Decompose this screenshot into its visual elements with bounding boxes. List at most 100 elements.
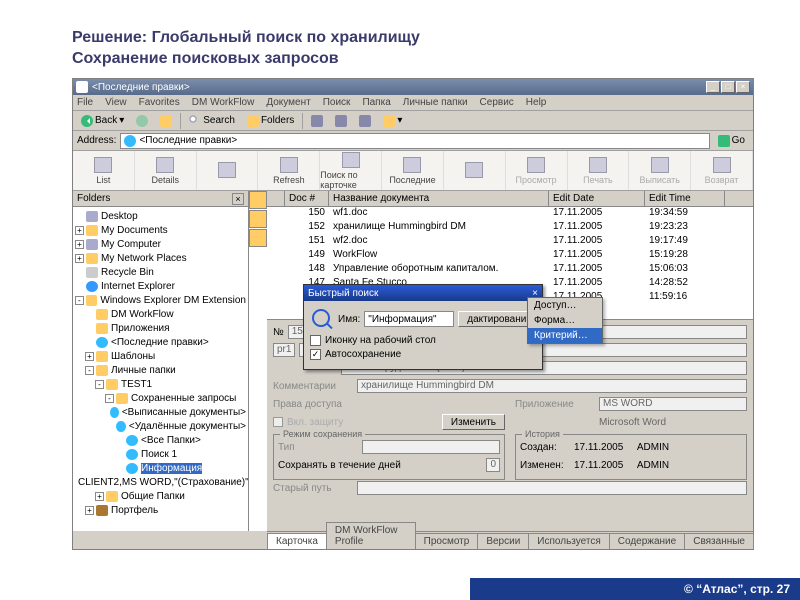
side-button[interactable] xyxy=(249,210,267,228)
toolbar-button[interactable]: Details xyxy=(135,151,197,190)
field-pr1[interactable]: pr1 xyxy=(273,343,295,357)
toolbar-button[interactable]: Refresh xyxy=(258,151,320,190)
tree-item[interactable]: +My Network Places xyxy=(75,251,246,265)
search-name-input[interactable] xyxy=(364,311,454,327)
menu-item[interactable]: Сервис xyxy=(480,97,514,108)
menu-item[interactable]: Favorites xyxy=(139,97,180,108)
tree-item[interactable]: <Все Папки> xyxy=(75,433,246,447)
tool-button[interactable] xyxy=(307,114,327,128)
side-button[interactable] xyxy=(249,191,267,209)
menu-item[interactable]: Доступ… xyxy=(528,298,602,313)
protect-checkbox[interactable] xyxy=(273,417,283,427)
tab[interactable]: Версии xyxy=(477,533,529,549)
table-row[interactable]: 150wf1.doc17.11.200519:34:59 xyxy=(267,207,753,221)
column-header[interactable]: Название документа xyxy=(329,191,549,206)
title-bar[interactable]: <Последние правки> _ □ × xyxy=(73,79,753,95)
tree-item[interactable]: DM WorkFlow xyxy=(75,307,246,321)
folder-tree[interactable]: Desktop+My Documents+My Computer+My Netw… xyxy=(73,207,248,531)
tree-item[interactable]: Recycle Bin xyxy=(75,265,246,279)
menu-item[interactable]: Критерий… xyxy=(528,328,602,343)
menu-item[interactable]: Help xyxy=(526,97,547,108)
search-button[interactable]: Search xyxy=(185,114,239,128)
tree-item[interactable]: <Выписанные документы> xyxy=(75,405,246,419)
tree-item[interactable]: Информация xyxy=(75,461,246,475)
tree-item[interactable]: -Личные папки xyxy=(75,363,246,377)
tab[interactable]: Карточка xyxy=(267,533,327,549)
back-button[interactable]: Back ▾ xyxy=(77,114,128,128)
up-button[interactable] xyxy=(156,114,176,128)
tree-item[interactable]: -Сохраненные запросы xyxy=(75,391,246,405)
expand-icon[interactable]: - xyxy=(85,366,94,375)
table-row[interactable]: 151wf2.doc17.11.200519:17:49 xyxy=(267,235,753,249)
tab[interactable]: DM WorkFlow Profile xyxy=(326,522,416,549)
column-header[interactable] xyxy=(267,191,285,206)
tab[interactable]: Связанные xyxy=(684,533,754,549)
menu-item[interactable]: Личные папки xyxy=(403,97,468,108)
expand-icon[interactable]: - xyxy=(105,394,114,403)
oldpath-field[interactable] xyxy=(357,481,747,495)
tree-item[interactable]: +My Documents xyxy=(75,223,246,237)
menu-item[interactable]: DM WorkFlow xyxy=(192,97,255,108)
side-button[interactable] xyxy=(249,229,267,247)
close-button[interactable]: × xyxy=(736,81,750,93)
expand-icon[interactable]: + xyxy=(75,254,84,263)
table-row[interactable]: 152хранилище Hummingbird DM17.11.200519:… xyxy=(267,221,753,235)
toolbar-button[interactable]: List xyxy=(73,151,135,190)
toolbar-button[interactable]: Поиск по карточке xyxy=(320,151,382,190)
tree-item[interactable]: +Шаблоны xyxy=(75,349,246,363)
go-button[interactable]: Go xyxy=(714,134,749,148)
column-header[interactable]: Edit Time xyxy=(645,191,725,206)
edit-submenu[interactable]: Доступ…Форма…Критерий… xyxy=(527,297,603,344)
type-field[interactable] xyxy=(362,440,500,454)
address-input[interactable]: <Последние правки> xyxy=(120,133,709,149)
tree-item[interactable]: +My Computer xyxy=(75,237,246,251)
tool-button[interactable]: ▾ xyxy=(379,114,406,128)
tree-item[interactable]: -Windows Explorer DM Extension xyxy=(75,293,246,307)
menu-item[interactable]: Поиск xyxy=(323,97,351,108)
expand-icon[interactable]: - xyxy=(95,380,104,389)
folders-button[interactable]: Folders xyxy=(243,114,298,128)
desktop-icon-checkbox[interactable] xyxy=(310,335,321,346)
table-row[interactable]: 148Управление оборотным капиталом.17.11.… xyxy=(267,263,753,277)
expand-icon[interactable]: + xyxy=(95,492,104,501)
tree-item[interactable]: Поиск 1 xyxy=(75,447,246,461)
tree-item[interactable]: Desktop xyxy=(75,209,246,223)
table-row[interactable]: 149WorkFlow17.11.200515:19:28 xyxy=(267,249,753,263)
expand-icon[interactable]: + xyxy=(75,226,84,235)
autosave-checkbox[interactable]: ✓ xyxy=(310,349,321,360)
tree-item[interactable]: <Удалённые документы> xyxy=(75,419,246,433)
tab[interactable]: Используется xyxy=(528,533,609,549)
maximize-button[interactable]: □ xyxy=(721,81,735,93)
tree-item[interactable]: +Портфель xyxy=(75,503,246,517)
edit-button[interactable]: дактировани xyxy=(458,311,535,327)
comment-field[interactable]: хранилище Hummingbird DM xyxy=(357,379,747,393)
expand-icon[interactable]: + xyxy=(75,240,84,249)
folders-pane-close[interactable]: × xyxy=(232,193,244,205)
tab[interactable]: Содержание xyxy=(609,533,685,549)
menu-item[interactable]: File xyxy=(77,97,93,108)
forward-button[interactable] xyxy=(132,114,152,128)
tree-item[interactable]: Internet Explorer xyxy=(75,279,246,293)
column-header[interactable]: Edit Date xyxy=(549,191,645,206)
tree-item[interactable]: +Общие Папки xyxy=(75,489,246,503)
tree-item[interactable]: Приложения xyxy=(75,321,246,335)
tree-item[interactable]: CLIENT2,MS WORD,"(Страхование)" xyxy=(75,475,246,489)
menu-item[interactable]: View xyxy=(105,97,127,108)
menu-item[interactable]: Документ xyxy=(266,97,310,108)
keep-days-field[interactable]: 0 xyxy=(486,458,500,472)
expand-icon[interactable]: + xyxy=(85,506,94,515)
column-header[interactable]: Doc # xyxy=(285,191,329,206)
menu-item[interactable]: Форма… xyxy=(528,313,602,328)
change-button[interactable]: Изменить xyxy=(442,414,505,430)
tool-button[interactable] xyxy=(355,114,375,128)
minimize-button[interactable]: _ xyxy=(706,81,720,93)
tree-item[interactable]: <Последние правки> xyxy=(75,335,246,349)
expand-icon[interactable]: + xyxy=(85,352,94,361)
toolbar-button[interactable]: Последние xyxy=(382,151,444,190)
expand-icon[interactable]: - xyxy=(75,296,84,305)
tool-button[interactable] xyxy=(331,114,351,128)
app-field[interactable]: MS WORD xyxy=(599,397,747,411)
tab[interactable]: Просмотр xyxy=(415,533,479,549)
menu-item[interactable]: Папка xyxy=(362,97,390,108)
tree-item[interactable]: -TEST1 xyxy=(75,377,246,391)
